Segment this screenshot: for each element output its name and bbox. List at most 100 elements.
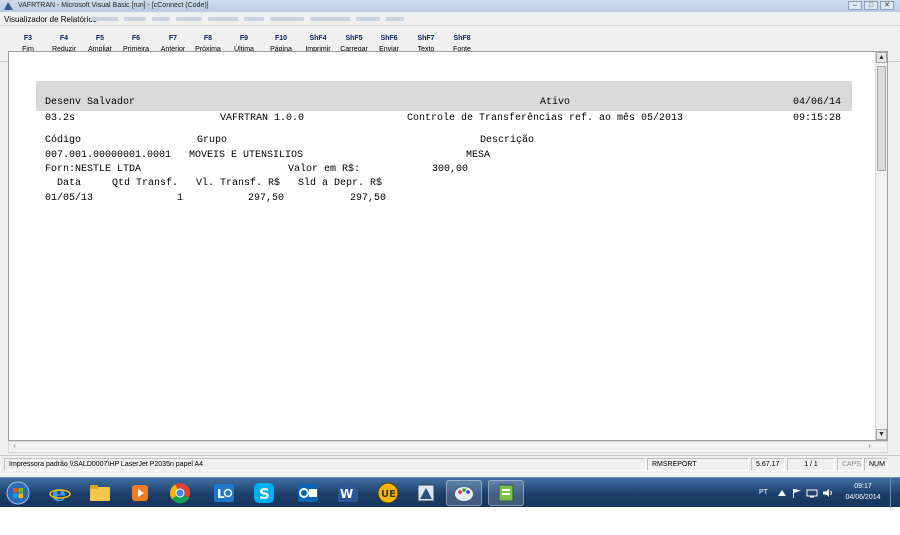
column-header-codigo: Código xyxy=(45,135,82,146)
maximize-button[interactable]: □ xyxy=(864,1,878,10)
network-icon[interactable] xyxy=(806,488,818,498)
text-key: ShF7 xyxy=(417,35,435,42)
taskbar-chrome[interactable] xyxy=(162,480,198,506)
taskbar-internet-explorer[interactable]: e xyxy=(42,480,78,506)
report-version-code: 03.2s xyxy=(45,113,76,124)
vertical-scroll-thumb[interactable] xyxy=(877,66,886,171)
tray-show-hidden-icon[interactable] xyxy=(778,490,786,496)
internet-explorer-icon: e xyxy=(49,482,71,504)
svg-text:L: L xyxy=(217,487,225,501)
status-page: 1 / 1 xyxy=(787,458,835,471)
column-header-descricao: Descrição xyxy=(480,135,535,146)
zoom-out-key: F4 xyxy=(59,35,69,42)
item-group: MOVEIS E UTENSILIOS xyxy=(189,150,304,161)
minimize-button[interactable]: – xyxy=(848,1,862,10)
scroll-up-arrow-icon[interactable]: ▲ xyxy=(876,52,887,63)
obscured-menu-bar xyxy=(90,17,404,21)
font-key: ShF8 xyxy=(453,35,471,42)
print-key: ShF4 xyxy=(309,35,327,42)
report-time: 09:15:28 xyxy=(793,113,842,124)
horizontal-scrollbar[interactable]: ‹ › xyxy=(8,441,888,453)
skype-icon: S xyxy=(254,483,274,503)
windows-start-orb-icon xyxy=(6,481,30,505)
taskbar-word[interactable]: W xyxy=(330,480,366,506)
value-amount: 300,00 xyxy=(432,164,469,175)
visual-basic-icon xyxy=(417,484,435,502)
status-version: 5.67.17 xyxy=(751,458,785,471)
close-button[interactable]: ✕ xyxy=(880,1,894,10)
taskbar-lync[interactable]: L xyxy=(206,480,242,506)
taskbar-visual-basic[interactable] xyxy=(408,480,444,506)
word-icon: W xyxy=(338,484,358,502)
detail-header-date: Data xyxy=(57,178,82,189)
status-printer: Impressora padrão \\SALD0007\HP LaserJet… xyxy=(4,458,646,471)
status-caps: CAPS xyxy=(837,458,863,471)
ultraedit-icon: UE xyxy=(377,482,399,504)
column-header-grupo: Grupo xyxy=(197,135,228,146)
send-key: ShF6 xyxy=(380,35,398,42)
report-company: Desenv Salvador xyxy=(45,97,136,108)
paint-icon xyxy=(455,487,473,501)
taskbar-report-app[interactable] xyxy=(488,480,524,506)
svg-text:S: S xyxy=(259,485,270,503)
taskbar-paint[interactable] xyxy=(446,480,482,506)
value-label: Valor em R$: xyxy=(288,164,361,175)
vertical-scrollbar[interactable]: ▲ ▼ xyxy=(875,52,887,440)
detail-row-balance: 297,50 xyxy=(350,193,387,204)
volume-icon[interactable] xyxy=(822,488,834,498)
detail-header-qty: Qtd Transf. xyxy=(112,178,179,189)
tray-clock-date[interactable]: 04/06/2014 xyxy=(838,494,888,501)
background-window-titlebar[interactable]: VAFRTRAN - Microsoft Visual Basic [run] … xyxy=(0,0,900,12)
first-page-key: F6 xyxy=(131,35,141,42)
outlook-icon xyxy=(298,484,318,502)
status-num: NUM xyxy=(864,458,888,471)
detail-header-balance: Sld a Depr. R$ xyxy=(298,178,383,189)
last-page-key: F9 xyxy=(239,35,249,42)
taskbar-outlook[interactable] xyxy=(290,480,326,506)
windows-taskbar: e L S W UE PT 09:17 04/06/2014 xyxy=(0,477,900,508)
detail-row-date: 01/05/13 xyxy=(45,193,94,204)
previous-page-key: F7 xyxy=(168,35,178,42)
report-date: 04/06/14 xyxy=(793,97,842,108)
media-player-icon xyxy=(132,485,148,501)
detail-row-qty: 1 xyxy=(177,193,184,204)
zoom-in-key: F5 xyxy=(95,35,105,42)
tray-language[interactable]: PT xyxy=(759,489,768,496)
tray-clock-time[interactable]: 09:17 xyxy=(838,483,888,490)
scroll-down-arrow-icon[interactable]: ▼ xyxy=(876,429,887,440)
report-system: VAFRTRAN 1.0.0 xyxy=(220,113,305,124)
status-bar: Impressora padrão \\SALD0007\HP LaserJet… xyxy=(0,455,900,473)
report-app-icon xyxy=(498,484,514,502)
svg-text:UE: UE xyxy=(381,489,396,500)
scroll-right-arrow-icon[interactable]: › xyxy=(864,442,875,452)
start-button[interactable] xyxy=(2,480,34,506)
supplier-line: Forn:NESTLE LTDA xyxy=(45,164,142,175)
report-status: Ativo xyxy=(540,97,571,108)
column-header-band xyxy=(36,81,852,111)
taskbar-ultraedit[interactable]: UE xyxy=(370,480,406,506)
taskbar-file-explorer[interactable] xyxy=(82,480,118,506)
load-key: ShF5 xyxy=(345,35,363,42)
viewer-title: Visualizador de Relatórios xyxy=(4,15,97,24)
svg-text:W: W xyxy=(340,487,353,501)
page-key: F10 xyxy=(274,35,288,42)
taskbar-media-player[interactable] xyxy=(122,480,158,506)
item-code: 007.001.00000001.0001 xyxy=(45,150,172,161)
end-key: F3 xyxy=(23,35,33,42)
detail-header-value: Vl. Transf. R$ xyxy=(196,178,281,189)
detail-row-value: 297,50 xyxy=(248,193,285,204)
chrome-browser-icon xyxy=(170,483,190,504)
show-desktop-button[interactable] xyxy=(890,478,900,508)
action-center-flag-icon[interactable] xyxy=(792,488,802,498)
viewer-titlebar: Visualizador de Relatórios xyxy=(0,12,900,26)
desktop-screen: VAFRTRAN - Microsoft Visual Basic [run] … xyxy=(0,0,900,535)
vb-app-icon xyxy=(4,2,13,10)
item-description: MESA xyxy=(466,150,491,161)
scroll-left-arrow-icon[interactable]: ‹ xyxy=(9,442,20,452)
svg-text:e: e xyxy=(52,482,66,504)
background-window-title: VAFRTRAN - Microsoft Visual Basic [run] … xyxy=(18,2,209,9)
next-page-key: F8 xyxy=(203,35,213,42)
background-window-controls: – □ ✕ xyxy=(848,1,894,10)
taskbar-skype[interactable]: S xyxy=(246,480,282,506)
folder-icon xyxy=(90,485,110,501)
